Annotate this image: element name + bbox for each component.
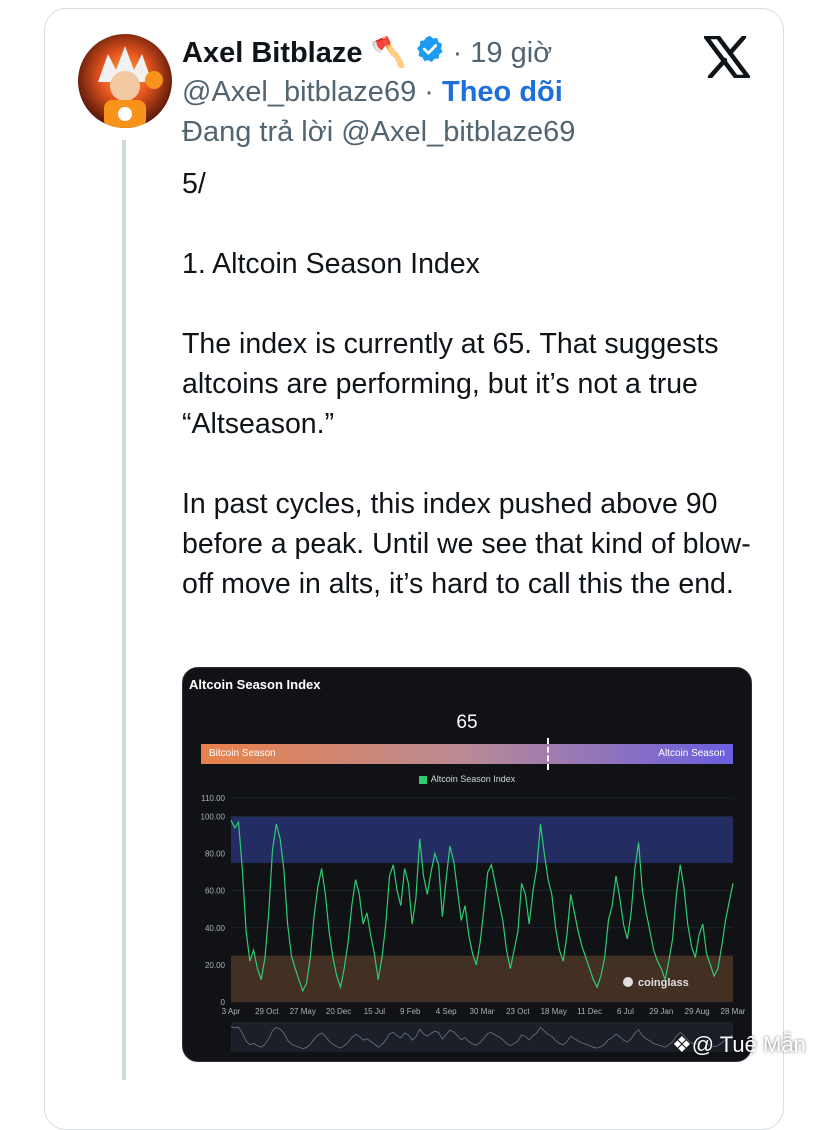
author-handle[interactable]: @Axel_bitblaze69: [182, 76, 416, 108]
x-tick-label: 20 Dec: [326, 1007, 351, 1016]
tweet-paragraph: 1. Altcoin Season Index: [182, 248, 480, 280]
diamond-logo-icon: ❖: [672, 1032, 692, 1057]
x-tick-label: 6 Jul: [617, 1007, 634, 1016]
post-time[interactable]: 19 giờ: [470, 37, 552, 70]
season-gauge: Bitcoin Season Altcoin Season: [201, 738, 733, 770]
x-tick-label: 30 Mar: [470, 1007, 495, 1016]
tweet-paragraph: 5/: [182, 168, 206, 200]
x-tick-label: 23 Oct: [506, 1007, 530, 1016]
altcoin-season-zone: [231, 816, 733, 863]
chart-current-value: 65: [456, 712, 478, 733]
x-tick-label: 29 Oct: [255, 1007, 279, 1016]
x-tick-label: 3 Apr: [222, 1007, 241, 1016]
gauge-left-label: Bitcoin Season: [209, 748, 276, 759]
gauge-right-label: Altcoin Season: [658, 748, 725, 759]
y-tick-label: 60.00: [205, 887, 226, 896]
x-logo-icon[interactable]: [703, 34, 751, 80]
x-tick-label: 29 Aug: [685, 1007, 710, 1016]
axe-emoji: 🪓: [370, 37, 407, 69]
x-tick-label: 28 Mar: [721, 1007, 746, 1016]
replying-to: Đang trả lời @Axel_bitblaze69: [182, 116, 576, 148]
chart-legend: Altcoin Season Index: [183, 774, 751, 784]
dot-separator-2: ·: [424, 76, 442, 108]
author-avatar[interactable]: [78, 34, 172, 128]
verified-badge-icon: [415, 34, 445, 72]
y-tick-label: 110.00: [201, 794, 225, 803]
legend-label: Altcoin Season Index: [430, 774, 516, 784]
tweet-paragraph: In past cycles, this index pushed above …: [182, 488, 751, 600]
coinglass-logo-icon: [623, 977, 633, 987]
x-tick-label: 15 Jul: [364, 1007, 386, 1016]
tweet-body: 5/ 1. Altcoin Season Index The index is …: [182, 164, 762, 644]
legend-swatch: [418, 775, 427, 784]
author-name[interactable]: Axel Bitblaze: [182, 37, 363, 70]
x-tick-label: 18 May: [541, 1007, 567, 1016]
x-tick-label: 4 Sep: [436, 1007, 457, 1016]
watermark: ❖@ Tuệ Mẫn: [672, 1032, 806, 1057]
y-tick-label: 100.00: [201, 813, 226, 822]
follow-button[interactable]: Theo dõi: [442, 76, 563, 108]
dot-separator: ·: [452, 36, 463, 69]
x-tick-label: 9 Feb: [400, 1007, 421, 1016]
coinglass-brand: coinglass: [638, 977, 689, 989]
x-tick-label: 11 Dec: [577, 1007, 602, 1016]
x-tick-label: 27 May: [290, 1007, 316, 1016]
handle-row: @Axel_bitblaze69 · Theo dõi: [182, 76, 563, 109]
y-tick-label: 0: [221, 998, 226, 1007]
thread-line: [122, 140, 126, 1080]
x-tick-label: 29 Jan: [649, 1007, 673, 1016]
tweet-media-chart[interactable]: Altcoin Season Index 65 Bitcoin Season A…: [182, 667, 752, 1062]
y-tick-label: 80.00: [205, 850, 226, 859]
author-header: Axel Bitblaze 🪓 · 19 giờ: [182, 34, 552, 72]
chart-title: Altcoin Season Index: [189, 677, 321, 692]
gauge-marker: [546, 738, 549, 770]
y-tick-label: 40.00: [205, 924, 226, 933]
tweet-paragraph: The index is currently at 65. That sugge…: [182, 328, 719, 440]
y-tick-label: 20.00: [205, 961, 226, 970]
chart-plot-area: 0 20.00 40.00 60.00 80.00 100.00 110.00 3 Apr 29…: [201, 794, 746, 1052]
